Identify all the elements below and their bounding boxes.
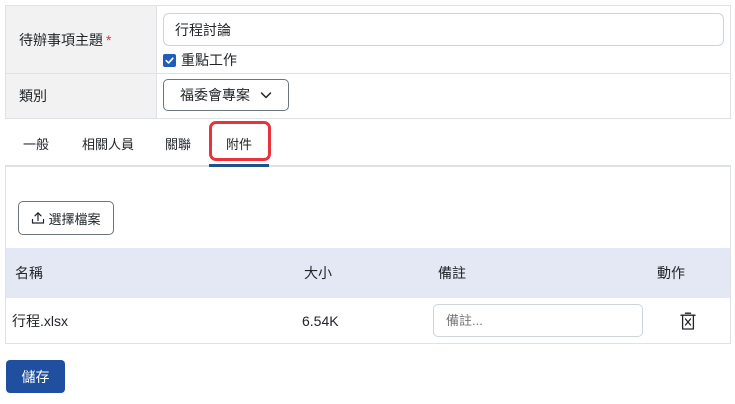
column-size: 大小 <box>304 265 332 281</box>
tab-attachments[interactable]: 附件 <box>209 120 269 166</box>
column-note: 備註 <box>438 265 466 281</box>
column-action: 動作 <box>657 265 685 281</box>
category-label: 類別 <box>6 74 157 118</box>
attachments-panel: 選擇檔案 名稱 大小 備註 動作 行程.xlsx 6.54K <box>5 167 731 344</box>
tab-relations[interactable]: 關聯 <box>165 120 191 166</box>
attachments-table-header: 名稱 大小 備註 動作 <box>6 248 730 298</box>
trash-icon[interactable] <box>679 311 697 331</box>
choose-file-button[interactable]: 選擇檔案 <box>18 201 114 235</box>
important-label: 重點工作 <box>181 52 237 68</box>
note-input[interactable] <box>433 304 643 337</box>
column-name: 名稱 <box>15 265 43 281</box>
subject-row: 待辦事項主題* 重點工作 <box>6 6 730 74</box>
category-dropdown[interactable]: 福委會專案 <box>163 79 289 111</box>
subject-input[interactable] <box>163 13 724 46</box>
tab-related-people[interactable]: 相關人員 <box>82 120 134 166</box>
important-checkbox-row[interactable]: 重點工作 <box>163 50 237 70</box>
save-button[interactable]: 儲存 <box>6 360 65 393</box>
upload-icon <box>32 212 45 224</box>
todo-form: 待辦事項主題* 重點工作 類別 福委會專案 <box>5 5 731 119</box>
important-checkbox[interactable] <box>163 53 176 67</box>
required-mark: * <box>106 31 112 48</box>
category-value-cell: 福委會專案 <box>157 74 730 118</box>
choose-file-label: 選擇檔案 <box>48 211 101 227</box>
chevron-down-icon <box>260 92 272 99</box>
subject-value-cell: 重點工作 <box>157 6 730 73</box>
tab-general[interactable]: 一般 <box>23 120 49 166</box>
tab-bar: 一般 相關人員 關聯 附件 <box>5 120 731 167</box>
file-name: 行程.xlsx <box>12 313 68 329</box>
subject-label: 待辦事項主題 * <box>6 6 157 73</box>
category-row: 類別 福委會專案 <box>6 74 730 118</box>
category-dropdown-label: 福委會專案 <box>180 87 250 103</box>
file-size: 6.54K <box>302 313 339 329</box>
checkmark-icon <box>165 56 174 64</box>
table-row: 行程.xlsx 6.54K <box>6 298 730 344</box>
